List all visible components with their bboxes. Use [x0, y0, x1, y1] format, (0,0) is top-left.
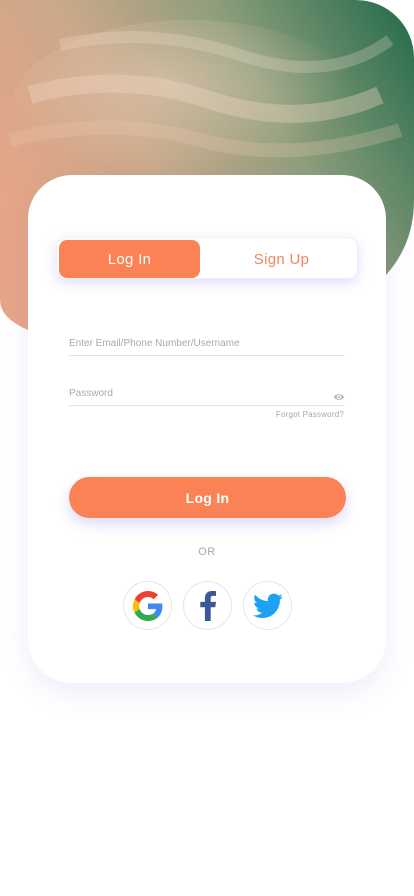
email-field-container [69, 321, 345, 356]
password-field[interactable] [69, 388, 319, 399]
auth-tabs: Log In Sign Up [56, 237, 358, 279]
twitter-icon [252, 593, 283, 618]
email-field[interactable] [69, 338, 319, 349]
or-divider: OR [198, 546, 216, 558]
facebook-login-button[interactable] [183, 581, 232, 630]
social-login-group [123, 581, 293, 630]
password-field-container [69, 371, 345, 406]
tab-login[interactable]: Log In [59, 240, 200, 278]
tab-signup[interactable]: Sign Up [211, 240, 352, 278]
facebook-icon [199, 590, 216, 621]
login-button[interactable]: Log In [69, 477, 346, 518]
login-screen: Log In Sign Up Forgot Password? Log In O… [0, 0, 414, 896]
google-login-button[interactable] [123, 581, 172, 630]
google-icon [132, 590, 162, 621]
forgot-password-link[interactable]: Forgot Password? [276, 410, 344, 419]
eye-icon[interactable] [333, 389, 345, 400]
login-card: Log In Sign Up Forgot Password? Log In O… [28, 175, 386, 683]
twitter-login-button[interactable] [243, 581, 292, 630]
